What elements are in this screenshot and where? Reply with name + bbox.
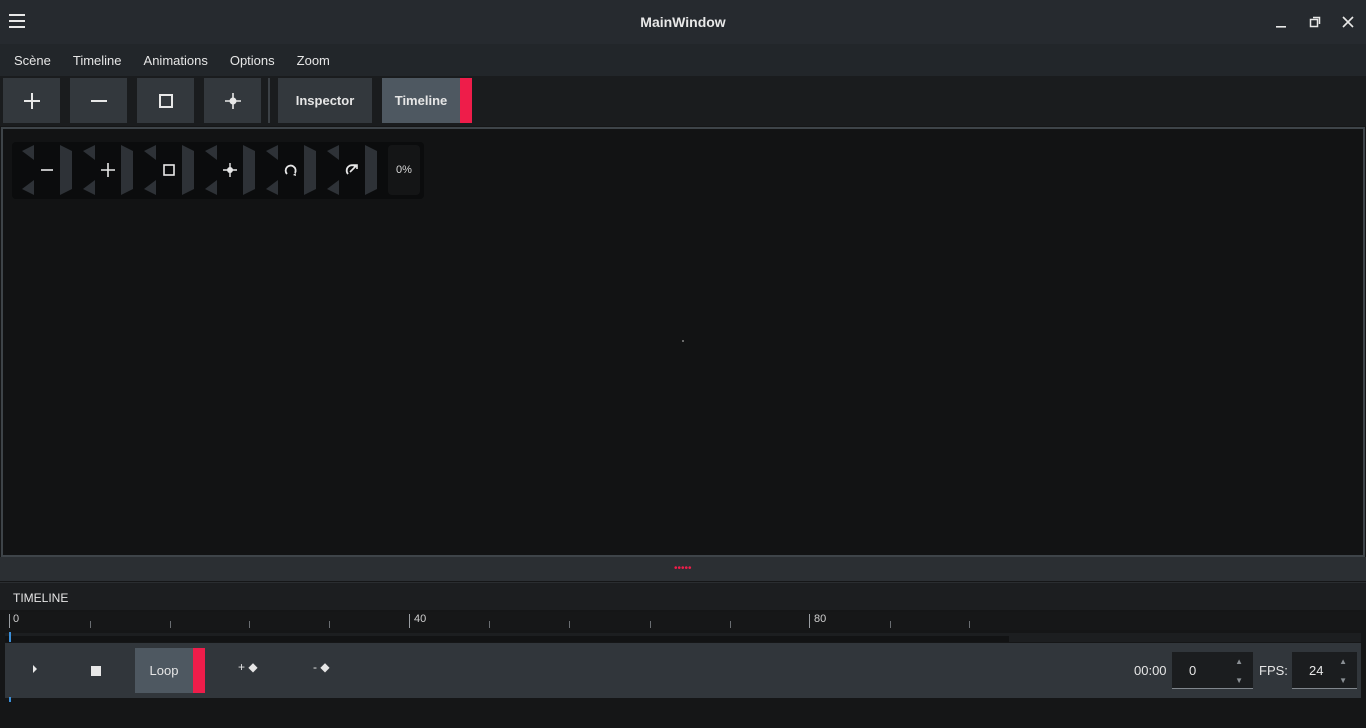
menu-zoom[interactable]: Zoom	[286, 53, 341, 68]
timeline-scrollbar[interactable]	[5, 633, 1361, 642]
timeline-scrollbar-thumb[interactable]	[5, 636, 1009, 642]
ruler-tick	[9, 614, 10, 628]
reset-rotate-icon	[327, 145, 377, 195]
stop-button[interactable]	[88, 663, 104, 679]
scene-origin-marker	[682, 340, 684, 342]
loop-toggle-button[interactable]: Loop	[135, 648, 205, 693]
restore-icon[interactable]	[1305, 12, 1325, 32]
canvas-tool-palette: 0%	[12, 142, 424, 199]
inspector-button[interactable]: Inspector	[278, 78, 372, 123]
add-button[interactable]	[3, 78, 60, 123]
remove-button[interactable]	[70, 78, 127, 123]
ruler-tick	[730, 621, 731, 628]
toolbar-separator	[268, 78, 270, 123]
playhead-bottom-marker	[9, 697, 11, 702]
zoom-in-button[interactable]	[83, 145, 133, 195]
ruler-tick	[409, 614, 410, 628]
fps-decrement-icon[interactable]: ▼	[1339, 676, 1347, 685]
menu-bar: Scène Timeline Animations Options Zoom	[0, 44, 1366, 76]
loop-label: Loop	[149, 663, 179, 678]
fps-spinbox[interactable]: 24 ▲ ▼	[1292, 652, 1357, 689]
ruler-label: 80	[814, 613, 827, 625]
ruler-tick	[489, 621, 490, 628]
stop-icon	[91, 666, 101, 676]
pivot-icon	[205, 145, 255, 195]
ruler-label: 40	[414, 613, 427, 625]
frame-decrement-icon[interactable]: ▼	[1235, 676, 1243, 685]
ruler-tick	[170, 621, 171, 628]
timeline-toggle-button[interactable]: Timeline	[382, 78, 472, 123]
zoom-out-icon	[22, 145, 72, 195]
ruler-label: 0	[13, 613, 20, 625]
frame-value: 0	[1189, 663, 1197, 678]
close-icon[interactable]	[1338, 12, 1358, 32]
fps-value: 24	[1309, 663, 1324, 678]
ruler-tick	[249, 621, 250, 628]
ruler-tick	[969, 621, 970, 628]
zoom-out-button[interactable]	[22, 145, 72, 195]
ruler-tick	[90, 621, 91, 628]
fps-increment-icon[interactable]: ▲	[1339, 657, 1347, 666]
timeline-ruler[interactable]: 0 40 80	[5, 612, 1361, 630]
crosshair-icon	[224, 92, 241, 109]
square-icon	[144, 145, 194, 195]
plus-icon	[23, 92, 40, 109]
menu-timeline[interactable]: Timeline	[62, 53, 133, 68]
active-indicator	[460, 78, 472, 123]
playback-controls: Loop + ◆ - ◆ 00:00 0 ▲ ▼ FPS: 24 ▲ ▼	[5, 643, 1361, 698]
add-keyframe-button[interactable]: + ◆	[238, 660, 258, 674]
window-title: MainWindow	[640, 14, 726, 30]
panel-splitter[interactable]: •••••	[0, 557, 1366, 581]
timeline-title: TIMELINE	[13, 591, 69, 605]
ruler-tick	[890, 621, 891, 628]
splitter-handle[interactable]: •••••	[674, 564, 692, 574]
minimize-icon[interactable]	[1271, 12, 1291, 32]
scene-canvas[interactable]: 0%	[1, 127, 1365, 557]
toolbar: Inspector Timeline	[0, 76, 1366, 126]
ruler-tick	[569, 621, 570, 628]
playhead[interactable]	[9, 632, 11, 642]
timeline-header: TIMELINE	[0, 582, 1366, 610]
zoom-percent: 0%	[388, 145, 420, 195]
minus-icon	[90, 99, 107, 102]
timeline-toggle-label: Timeline	[394, 93, 448, 108]
menu-scene[interactable]: Scène	[0, 53, 62, 68]
frame-increment-icon[interactable]: ▲	[1235, 657, 1243, 666]
frame-spinbox[interactable]: 0 ▲ ▼	[1172, 652, 1253, 689]
frame-button[interactable]	[137, 78, 194, 123]
ruler-tick	[809, 614, 810, 628]
menu-options[interactable]: Options	[219, 53, 286, 68]
ruler-tick	[650, 621, 651, 628]
square-icon	[158, 93, 173, 108]
loop-active-indicator	[193, 648, 205, 693]
rotate-button[interactable]	[266, 145, 316, 195]
center-pivot-button[interactable]	[205, 145, 255, 195]
zoom-in-icon	[83, 145, 133, 195]
ruler-tick	[329, 621, 330, 628]
rotate-icon	[266, 145, 316, 195]
menu-animations[interactable]: Animations	[133, 53, 219, 68]
play-icon	[33, 665, 37, 673]
fps-label: FPS:	[1259, 663, 1288, 678]
inspector-label: Inspector	[295, 93, 355, 108]
pivot-button[interactable]	[204, 78, 261, 123]
remove-keyframe-button[interactable]: - ◆	[313, 660, 330, 674]
time-display: 00:00	[1134, 663, 1167, 678]
title-bar: MainWindow	[0, 0, 1366, 44]
play-button[interactable]	[27, 661, 43, 677]
reset-rotate-button[interactable]	[327, 145, 377, 195]
fit-view-button[interactable]	[144, 145, 194, 195]
